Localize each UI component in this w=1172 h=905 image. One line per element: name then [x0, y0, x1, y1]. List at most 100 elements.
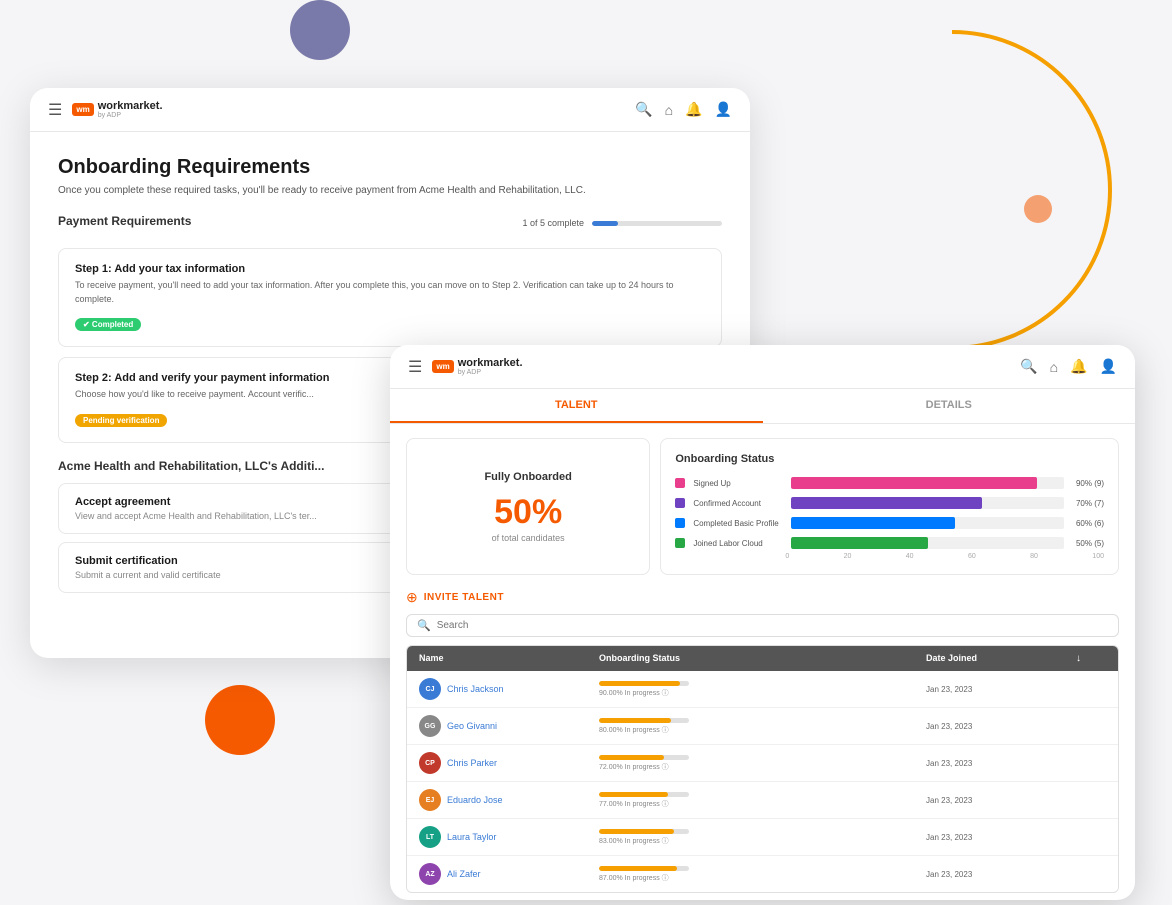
tab-details[interactable]: DETAILS — [763, 389, 1136, 423]
back-bell-icon[interactable]: 🔔 — [685, 101, 702, 118]
status-progress-bar — [599, 829, 689, 834]
bar-dot — [675, 518, 685, 528]
back-logo: wm workmarket. by ADP — [72, 101, 162, 119]
bar-x-labels: 0 20 40 60 80 100 — [675, 553, 1104, 560]
name-link[interactable]: Eduardo Jose — [447, 795, 503, 805]
chart-fully-onboarded: Fully Onboarded 50% of total candidates — [406, 438, 650, 575]
name-cell: CP Chris Parker — [419, 752, 599, 774]
status-text: 72.00% In progress ⓘ — [599, 762, 926, 772]
bar-fill — [791, 517, 955, 529]
avatar: EJ — [419, 789, 441, 811]
table-row: EJ Eduardo Jose 77.00% In progress ⓘ Jan… — [407, 782, 1118, 819]
avatar: AZ — [419, 863, 441, 885]
avatar: LT — [419, 826, 441, 848]
progress-bar-fill — [592, 221, 618, 226]
bar-value: 60% (6) — [1076, 519, 1104, 528]
search-input[interactable] — [437, 620, 1108, 631]
payment-section-title: Payment Requirements — [58, 214, 191, 228]
status-progress-fill — [599, 755, 664, 760]
avatar: GG — [419, 715, 441, 737]
table-header: Name Onboarding Status Date Joined ↓ — [407, 646, 1118, 671]
status-progress-bar — [599, 718, 689, 723]
front-hamburger-icon[interactable]: ☰ — [408, 357, 422, 377]
bar-fill — [791, 537, 927, 549]
status-progress-fill — [599, 718, 671, 723]
avatar: CP — [419, 752, 441, 774]
avatar: CJ — [419, 678, 441, 700]
search-box: 🔍 — [406, 614, 1119, 637]
front-home-icon[interactable]: ⌂ — [1050, 359, 1058, 375]
big-percent: 50% — [494, 495, 562, 529]
back-user-icon[interactable]: 👤 — [715, 101, 732, 118]
bar-track — [791, 477, 1064, 489]
bar-value: 90% (9) — [1076, 479, 1104, 488]
back-search-icon[interactable]: 🔍 — [635, 101, 652, 118]
front-tabs: TALENT DETAILS — [390, 389, 1135, 424]
status-progress-fill — [599, 792, 668, 797]
date-joined: Jan 23, 2023 — [926, 870, 1076, 879]
progress-area: 1 of 5 complete — [522, 218, 722, 228]
name-cell: CJ Chris Jackson — [419, 678, 599, 700]
col-date: Date Joined — [926, 653, 1076, 664]
back-nav-bar: ☰ wm workmarket. by ADP 🔍 ⌂ 🔔 👤 — [30, 88, 750, 132]
status-text: 87.00% In progress ⓘ — [599, 873, 926, 883]
deco-arc — [792, 30, 1112, 350]
front-logo-abbr: wm — [432, 360, 453, 373]
invite-plus-icon[interactable]: ⊕ — [406, 589, 418, 606]
step-1-card: Step 1: Add your tax information To rece… — [58, 248, 722, 347]
chart-right-title: Onboarding Status — [675, 453, 1104, 465]
bar-row: Confirmed Account 70% (7) — [675, 497, 1104, 509]
name-cell: EJ Eduardo Jose — [419, 789, 599, 811]
front-search-icon[interactable]: 🔍 — [1020, 358, 1037, 375]
bar-dot — [675, 498, 685, 508]
back-hamburger-icon[interactable]: ☰ — [48, 100, 62, 120]
front-nav-bar: ☰ wm workmarket. by ADP 🔍 ⌂ 🔔 👤 — [390, 345, 1135, 389]
chart-left-title: Fully Onboarded — [484, 471, 571, 483]
status-text: 83.00% In progress ⓘ — [599, 836, 926, 846]
status-progress-fill — [599, 829, 674, 834]
bar-fill — [791, 477, 1036, 489]
tab-talent[interactable]: TALENT — [390, 389, 763, 423]
name-cell: LT Laura Taylor — [419, 826, 599, 848]
invite-bar: ⊕ INVITE TALENT — [406, 589, 1119, 606]
table-row: LT Laura Taylor 83.00% In progress ⓘ Jan… — [407, 819, 1118, 856]
name-link[interactable]: Chris Jackson — [447, 684, 504, 694]
invite-label[interactable]: INVITE TALENT — [424, 592, 504, 603]
deco-circle-top — [290, 0, 350, 60]
date-joined: Jan 23, 2023 — [926, 722, 1076, 731]
back-logo-sub: by ADP — [98, 112, 163, 119]
front-user-icon[interactable]: 👤 — [1100, 358, 1117, 375]
status-cell: 90.00% In progress ⓘ — [599, 681, 926, 698]
front-window: ☰ wm workmarket. by ADP 🔍 ⌂ 🔔 👤 TALENT D… — [390, 345, 1135, 900]
name-link[interactable]: Geo Givanni — [447, 721, 497, 731]
bar-fill — [791, 497, 982, 509]
status-cell: 80.00% In progress ⓘ — [599, 718, 926, 735]
back-logo-abbr: wm — [72, 103, 93, 116]
status-progress-bar — [599, 755, 689, 760]
bar-dot — [675, 538, 685, 548]
status-cell: 77.00% In progress ⓘ — [599, 792, 926, 809]
bar-value: 70% (7) — [1076, 499, 1104, 508]
sort-icon[interactable]: ↓ — [1076, 653, 1106, 664]
bar-row: Signed Up 90% (9) — [675, 477, 1104, 489]
front-logo-text: workmarket. — [458, 358, 523, 369]
name-link[interactable]: Chris Parker — [447, 758, 497, 768]
bar-label: Signed Up — [693, 479, 783, 488]
back-page-title: Onboarding Requirements — [58, 156, 722, 179]
talent-table: Name Onboarding Status Date Joined ↓ CJ … — [406, 645, 1119, 893]
name-link[interactable]: Laura Taylor — [447, 832, 496, 842]
step-1-desc: To receive payment, you'll need to add y… — [75, 279, 705, 306]
bar-label: Confirmed Account — [693, 499, 783, 508]
back-home-icon[interactable]: ⌂ — [665, 102, 673, 118]
bar-label: Completed Basic Profile — [693, 519, 783, 528]
table-body: CJ Chris Jackson 90.00% In progress ⓘ Ja… — [407, 671, 1118, 892]
search-icon: 🔍 — [417, 619, 431, 632]
name-link[interactable]: Ali Zafer — [447, 869, 481, 879]
back-page-subtitle: Once you complete these required tasks, … — [58, 185, 722, 196]
big-percent-sub: of total candidates — [492, 533, 565, 543]
status-progress-bar — [599, 792, 689, 797]
front-bell-icon[interactable]: 🔔 — [1070, 358, 1087, 375]
bar-track — [791, 497, 1064, 509]
col-name: Name — [419, 653, 599, 664]
status-progress-bar — [599, 866, 689, 871]
